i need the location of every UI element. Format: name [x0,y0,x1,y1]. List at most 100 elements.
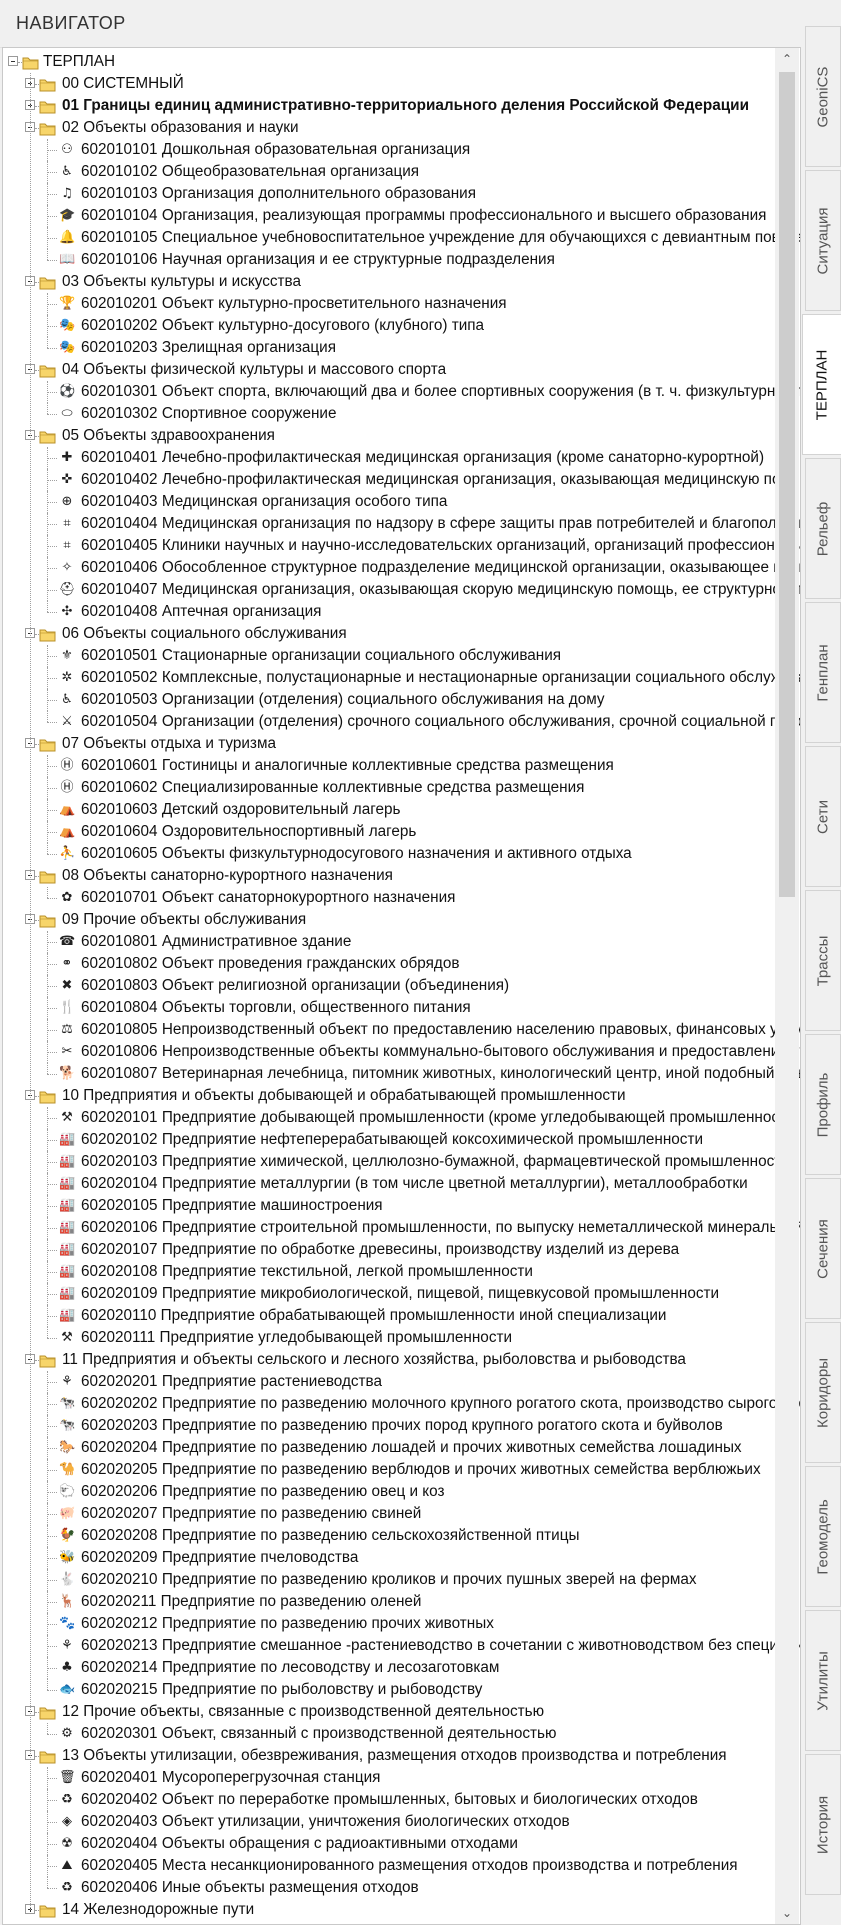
tree-group-node[interactable]: 08 Объекты санаторно-курортного назначен… [3,865,775,887]
tree-item-node[interactable]: ⚘ 602020201 Предприятие растениеводства [3,1371,775,1393]
tree-item-node[interactable]: ✜ 602010402 Лечебно-профилактическая меди… [3,469,800,491]
tree-item-node[interactable]: ⚭ 602010802 Объект проведения гражданских… [3,953,775,975]
tree-item-node[interactable]: Ⓗ 602010602 Специализированные коллективн… [3,777,775,799]
tree-item-node[interactable]: ✚ 602010401 Лечебно-профилактическая меди… [3,447,775,469]
tree-item-node[interactable]: ⛺ 602010604 Оздоровительноспортивный лаге… [3,821,775,843]
tree-item-node[interactable]: ⊕ 602010403 Медицинская организация особо… [3,491,775,513]
tree-item-node[interactable]: 🏭 602020109 Предприятие микробиологическо… [3,1283,775,1305]
tree-item-node[interactable]: 🎭 602010202 Объект культурно-досугового (… [3,315,775,337]
tree-item-node[interactable]: 🐄 602020203 Предприятие по разведению про… [3,1415,775,1437]
side-tab[interactable]: Профиль [805,1034,841,1175]
tree-item-node[interactable]: ♣ 602020214 Предприятие по лесоводству и … [3,1657,775,1679]
tree-group-node[interactable]: 13 Объекты утилизации, обезвреживания, р… [3,1745,775,1767]
tree-item-node[interactable]: ⚔ 602010504 Организации (отделения) срочн… [3,711,800,733]
tree-item-node[interactable]: 🎭 602010203 Зрелищная организация [3,337,775,359]
tree-item-node[interactable]: ✧ 602010406 Обособленное структурное подр… [3,557,800,579]
tree-item-node[interactable]: 🏆 602010201 Объект культурно-просветитель… [3,293,775,315]
tree-group-node[interactable]: 06 Объекты социального обслуживания [3,623,775,645]
tree-item-node[interactable]: Ⓗ 602010601 Гостиницы и аналогичные колле… [3,755,775,777]
side-tab[interactable]: Утилиты [805,1610,841,1751]
tree-item-node[interactable]: ✂ 602010806 Непроизводственные объекты ко… [3,1041,800,1063]
tree-item-node[interactable]: ⛰ 602020405 Места несанкционированного ра… [3,1855,775,1877]
tree-item-node[interactable]: 🏭 602020103 Предприятие химической, целлю… [3,1151,790,1173]
tree-item-node[interactable]: 🐑 602020206 Предприятие по разведению ове… [3,1481,775,1503]
tree-item-node[interactable]: 🐇 602020210 Предприятие по разведению кро… [3,1569,775,1591]
tree-item-node[interactable]: 🗑 602020401 Мусороперегрузочная станция [3,1767,775,1789]
tree-item-node[interactable]: ⬭ 602010302 Спортивное сооружение [3,403,775,425]
tree-group-node[interactable]: 12 Прочие объекты, связанные с производс… [3,1701,775,1723]
tree-item-node[interactable]: ☎ 602010801 Административное здание [3,931,775,953]
tree-item-node[interactable]: ⚒ 602020111 Предприятие угледобывающей пр… [3,1327,775,1349]
tree-item-node[interactable]: ⛑ 602010407 Медицинская организация, оказ… [3,579,800,601]
side-tab[interactable]: Коридоры [805,1322,841,1463]
tree-group-node[interactable]: 03 Объекты культуры и искусства [3,271,775,293]
tree-item-node[interactable]: ⌗ 602010404 Медицинская организация по на… [3,513,800,535]
tree-item-node[interactable]: 🔔 602010105 Специальное учебновоспитатель… [3,227,800,249]
tree-item-node[interactable]: ⌗ 602010405 Клиники научных и научно-иссл… [3,535,800,557]
tree-group-node[interactable]: 10 Предприятия и объекты добывающей и об… [3,1085,775,1107]
tree-group-node[interactable]: 07 Объекты отдыха и туризма [3,733,775,755]
side-tab[interactable]: Сети [805,746,841,887]
tree-item-node[interactable]: ⚖ 602010805 Непроизводственный объект по … [3,1019,800,1041]
tree-item-node[interactable]: 🦌 602020211 Предприятие по разведению оле… [3,1591,775,1613]
tree-item-node[interactable]: ⛺ 602010603 Детский оздоровительный лагер… [3,799,775,821]
side-tab[interactable]: Генплан [805,602,841,743]
tree-item-node[interactable]: ⚜ 602010501 Стационарные организации соци… [3,645,775,667]
tree-item-node[interactable]: 🏭 602020102 Предприятие нефтеперерабатыва… [3,1129,775,1151]
tree-item-node[interactable]: 🏭 602020105 Предприятие машиностроения [3,1195,775,1217]
scroll-up-arrow-icon[interactable]: ⌃ [775,48,799,70]
side-tab[interactable]: История [805,1754,841,1895]
tree-item-node[interactable]: ♿ 602010102 Общеобразовательная организац… [3,161,775,183]
tree-item-node[interactable]: ⚽ 602010301 Объект спорта, включающий два… [3,381,800,403]
tree-item-node[interactable]: 🍴 602010804 Объекты торговли, общественно… [3,997,775,1019]
tree-item-node[interactable]: 🐄 602020202 Предприятие по разведению мол… [3,1393,800,1415]
tree-item-node[interactable]: 🏭 602020104 Предприятие металлургии (в то… [3,1173,775,1195]
tree-item-node[interactable]: ♻ 602020402 Объект по переработке промышл… [3,1789,775,1811]
tree-item-node[interactable]: 📖 602010106 Научная организация и ее стру… [3,249,775,271]
tree-item-node[interactable]: ⚘ 602020213 Предприятие смешанное -растен… [3,1635,800,1657]
tree-item-node[interactable]: 🏭 602020107 Предприятие по обработке древ… [3,1239,775,1261]
tree-item-node[interactable]: 🐪 602020205 Предприятие по разведению вер… [3,1459,775,1481]
tree-group-node[interactable]: 00 СИСТЕМНЫЙ [3,73,775,95]
tree-group-node[interactable]: 09 Прочие объекты обслуживания [3,909,775,931]
tree-item-node[interactable]: 🐎 602020204 Предприятие по разведению лош… [3,1437,775,1459]
tree-item-node[interactable]: 🐟 602020215 Предприятие по рыболовству и … [3,1679,775,1701]
side-tab[interactable]: Ситуация [805,170,841,311]
side-tab[interactable]: Трассы [805,890,841,1031]
tree-group-node[interactable]: 02 Объекты образования и науки [3,117,775,139]
tree-item-node[interactable]: ☢ 602020404 Объекты обращения с радиоакти… [3,1833,775,1855]
tree-item-node[interactable]: 🐓 602020208 Предприятие по разведению сел… [3,1525,775,1547]
tree-item-node[interactable]: ⚙ 602020301 Объект, связанный с производс… [3,1723,775,1745]
tree-item-node[interactable]: 🐝 602020209 Предприятие пчеловодства [3,1547,775,1569]
tree-root-node[interactable]: ТЕРПЛАН [3,51,775,73]
side-tab[interactable]: Геомодель [805,1466,841,1607]
tree-item-node[interactable]: 🐖 602020207 Предприятие по разведению сви… [3,1503,775,1525]
vertical-scrollbar[interactable]: ⌃ ⌄ [775,48,799,1924]
scrollbar-thumb[interactable] [779,72,795,897]
tree-item-node[interactable]: 🎓 602010104 Организация, реализующая прог… [3,205,775,227]
tree-item-node[interactable]: ♿ 602010503 Организации (отделения) социа… [3,689,775,711]
tree-item-node[interactable]: ♻ 602020406 Иные объекты размещения отход… [3,1877,775,1899]
tree-item-node[interactable]: ◈ 602020403 Объект утилизации, уничтожени… [3,1811,775,1833]
tree-item-node[interactable]: 🏭 602020108 Предприятие текстильной, легк… [3,1261,775,1283]
tree-item-node[interactable]: ✲ 602010502 Комплексные, полустационарные… [3,667,800,689]
side-tab[interactable]: Рельеф [805,458,841,599]
tree-group-node[interactable]: 14 Железнодорожные пути [3,1899,775,1921]
tree-item-node[interactable]: ⛹ 602010605 Объекты физкультурнодосуговог… [3,843,775,865]
tree-collapse-icon[interactable] [8,56,18,66]
tree-item-node[interactable]: ✣ 602010408 Аптечная организация [3,601,775,623]
scroll-down-arrow-icon[interactable]: ⌄ [775,1902,799,1924]
tree-item-node[interactable]: 🐾 602020212 Предприятие по разведению про… [3,1613,775,1635]
tree-group-node[interactable]: 11 Предприятия и объекты сельского и лес… [3,1349,775,1371]
tree-item-node[interactable]: ⚇ 602010101 Дошкольная образовательная ор… [3,139,775,161]
tree-group-node[interactable]: 05 Объекты здравоохранения [3,425,775,447]
tree-item-node[interactable]: ♫ 602010103 Организация дополнительного о… [3,183,775,205]
tree-group-node[interactable]: 04 Объекты физической культуры и массово… [3,359,775,381]
tree-item-node[interactable]: 🏭 602020106 Предприятие строительной пром… [3,1217,800,1239]
tree-item-node[interactable]: ✿ 602010701 Объект санаторнокурортного на… [3,887,775,909]
side-tab[interactable]: Сечения [805,1178,841,1319]
side-tab[interactable]: ТЕРПЛАН [802,314,841,455]
tree-item-node[interactable]: ✖ 602010803 Объект религиозной организаци… [3,975,775,997]
side-tab[interactable]: GeoniCS [805,26,841,167]
tree-item-node[interactable]: 🏭 602020110 Предприятие обрабатывающей пр… [3,1305,775,1327]
